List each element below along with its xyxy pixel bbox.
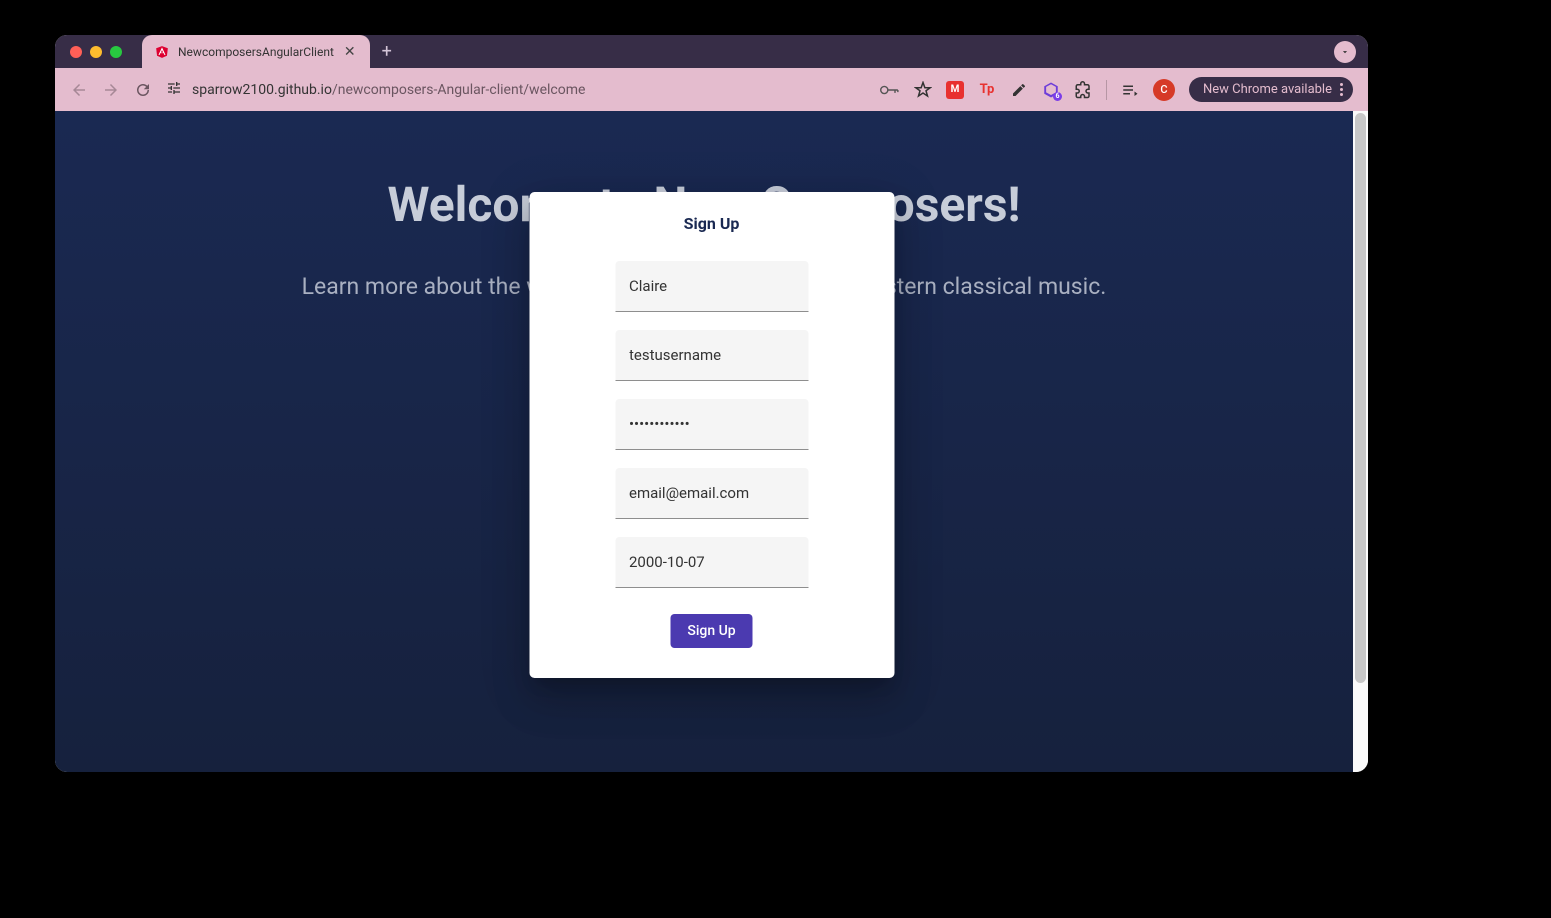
maximize-window-button[interactable]: [110, 46, 122, 58]
extensions-icon[interactable]: [1074, 81, 1092, 99]
pen-extension-icon[interactable]: [1010, 81, 1028, 99]
username-field[interactable]: [615, 330, 808, 381]
url-text: sparrow2100.github.io/newcomposers-Angul…: [192, 82, 585, 98]
name-field[interactable]: [615, 261, 808, 312]
new-tab-button[interactable]: +: [382, 41, 392, 62]
profile-avatar[interactable]: C: [1153, 79, 1175, 101]
grammarly-extension-icon[interactable]: 6: [1042, 81, 1060, 99]
close-window-button[interactable]: [70, 46, 82, 58]
media-control-icon[interactable]: [1121, 81, 1139, 99]
url-field[interactable]: sparrow2100.github.io/newcomposers-Angul…: [166, 80, 866, 100]
angular-favicon: [154, 44, 170, 60]
mendeley-extension-icon[interactable]: M: [946, 81, 964, 99]
forward-button[interactable]: [102, 81, 120, 99]
site-settings-icon[interactable]: [166, 80, 182, 100]
password-field[interactable]: [615, 399, 808, 450]
email-field[interactable]: [615, 468, 808, 519]
password-key-icon[interactable]: [880, 83, 900, 97]
scrollbar-thumb[interactable]: [1355, 113, 1366, 683]
menu-dots-icon: [1340, 83, 1343, 96]
reload-button[interactable]: [134, 81, 152, 99]
scrollbar-track[interactable]: [1353, 111, 1368, 772]
browser-window: NewcomposersAngularClient ✕ + sparrow210…: [55, 35, 1368, 772]
address-bar: sparrow2100.github.io/newcomposers-Angul…: [55, 68, 1368, 111]
minimize-window-button[interactable]: [90, 46, 102, 58]
chrome-update-label: New Chrome available: [1203, 82, 1332, 97]
modal-title: Sign Up: [684, 214, 740, 233]
birthdate-field[interactable]: [615, 537, 808, 588]
bookmark-star-icon[interactable]: [914, 81, 932, 99]
tab-title: NewcomposersAngularClient: [178, 45, 334, 59]
chrome-update-pill[interactable]: New Chrome available: [1189, 77, 1353, 102]
signup-modal: Sign Up Sign Up: [529, 192, 894, 678]
close-tab-icon[interactable]: ✕: [342, 44, 358, 60]
browser-tab[interactable]: NewcomposersAngularClient ✕: [142, 35, 370, 68]
divider: [1106, 80, 1107, 100]
toolbar-right: M Tp 6 C New Chrome available: [880, 77, 1353, 102]
tab-overflow[interactable]: [1334, 41, 1356, 63]
tab-bar: NewcomposersAngularClient ✕ +: [55, 35, 1368, 68]
back-button[interactable]: [70, 81, 88, 99]
window-controls: [70, 46, 122, 58]
tp-extension-icon[interactable]: Tp: [978, 81, 996, 99]
page-content: Welcome to New Composers! Learn more abo…: [55, 111, 1368, 772]
chevron-down-icon: [1334, 41, 1356, 63]
signup-button[interactable]: Sign Up: [670, 614, 752, 648]
